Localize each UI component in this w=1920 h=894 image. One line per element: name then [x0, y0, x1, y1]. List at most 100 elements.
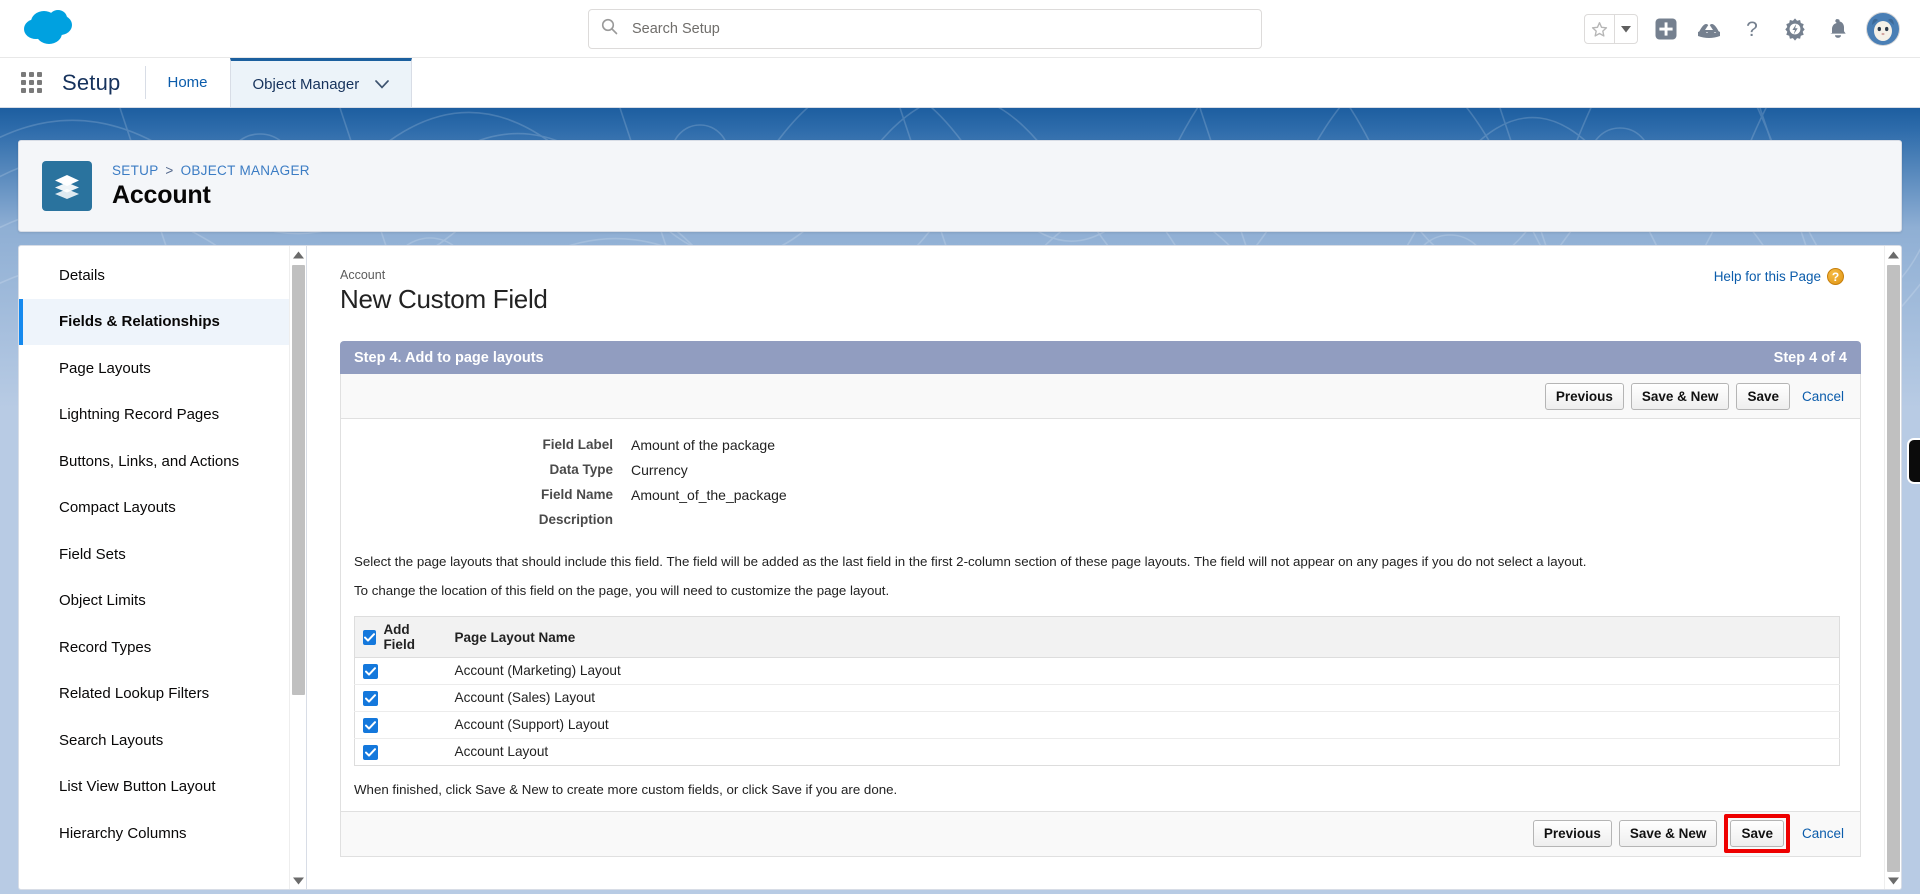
setup-gear-icon[interactable] [1780, 14, 1810, 44]
help-question-icon[interactable]: ? [1827, 268, 1844, 285]
scroll-up-arrow-icon[interactable] [1885, 246, 1901, 263]
sidebar-item-list-view-button-layout[interactable]: List View Button Layout [19, 764, 306, 811]
form-title: New Custom Field [340, 284, 548, 314]
sidebar-item-hierarchy-columns[interactable]: Hierarchy Columns [19, 810, 306, 857]
field-label-value: Amount of the package [631, 437, 775, 453]
add-field-checkbox[interactable] [363, 663, 378, 679]
help-link-label: Help for this Page [1713, 269, 1821, 284]
field-label-caption: Field Label [542, 437, 613, 452]
add-field-checkbox[interactable] [363, 717, 378, 733]
field-row-field-name: Field Name Amount_of_the_package [341, 487, 1860, 503]
tab-object-manager[interactable]: Object Manager [229, 58, 413, 107]
main-scrollbar-thumb[interactable] [1887, 265, 1900, 872]
breadcrumb-object-manager-link[interactable]: OBJECT MANAGER [181, 163, 310, 178]
user-avatar[interactable] [1866, 12, 1900, 46]
step-counter: Step 4 of 4 [1773, 349, 1847, 366]
data-type-caption: Data Type [549, 462, 613, 477]
page-title: Account [112, 180, 211, 209]
chevron-down-icon[interactable] [375, 76, 390, 93]
field-name-value: Amount_of_the_package [631, 487, 787, 503]
global-search[interactable] [588, 9, 1262, 49]
cancel-link-bottom[interactable]: Cancel [1802, 826, 1844, 841]
setup-nav-bar: Setup Home Object Manager [0, 58, 1920, 108]
sidebar-item-lightning-record-pages[interactable]: Lightning Record Pages [19, 392, 306, 439]
sidebar-item-buttons-links-actions[interactable]: Buttons, Links, and Actions [19, 438, 306, 485]
favorites-group[interactable] [1584, 14, 1638, 44]
select-all-checkbox[interactable] [363, 629, 377, 645]
row-checkbox-cell [354, 657, 447, 685]
step-header-band: Step 4. Add to page layouts Step 4 of 4 [340, 341, 1861, 374]
waffle-dot [28, 72, 34, 77]
help-for-this-page-link[interactable]: Help for this Page ? [1714, 268, 1844, 285]
field-name-caption: Field Name [540, 487, 613, 502]
row-checkbox-cell [354, 711, 447, 739]
sidebar-item-label: Related Lookup Filters [59, 685, 210, 703]
row-checkbox-cell [354, 684, 447, 712]
sidebar-item-fields-relationships[interactable]: Fields & Relationships [19, 298, 306, 345]
object-sidebar: Details Fields & Relationships Page Layo… [18, 245, 306, 890]
step-title: Step 4. Add to page layouts [354, 349, 544, 366]
waffle-dot [20, 72, 26, 77]
sidebar-item-compact-layouts[interactable]: Compact Layouts [19, 485, 306, 532]
notifications-bell-icon[interactable] [1823, 14, 1853, 44]
search-box[interactable] [588, 9, 1262, 49]
add-field-checkbox[interactable] [363, 690, 378, 706]
table-row: Account Layout [355, 738, 1840, 765]
sidebar-item-related-lookup-filters[interactable]: Related Lookup Filters [19, 671, 306, 718]
salesforce-cloud-logo[interactable] [18, 5, 90, 53]
global-header: ? [0, 0, 1920, 58]
favorites-dropdown-icon[interactable] [1614, 15, 1637, 43]
waffle-dot [36, 72, 42, 77]
save-and-new-button-bottom[interactable]: Save & New [1618, 820, 1718, 848]
instructions-paragraph-1: Select the page layouts that should incl… [354, 554, 1587, 569]
favorites-star-icon[interactable] [1585, 15, 1614, 43]
breadcrumb: SETUP > OBJECT MANAGER [112, 163, 310, 178]
save-and-new-button-top[interactable]: Save & New [1630, 382, 1730, 410]
edge-panel-tab[interactable] [1907, 438, 1920, 484]
waffle-dot [20, 80, 26, 85]
footer-note: When finished, click Save & New to creat… [354, 781, 898, 797]
global-add-icon[interactable] [1651, 14, 1681, 44]
form-body: Previous Save & New Save Cancel Field La… [340, 374, 1861, 857]
content-area: Details Fields & Relationships Page Layo… [18, 245, 1902, 890]
cancel-link-top[interactable]: Cancel [1802, 389, 1844, 404]
field-row-description: Description [341, 512, 1860, 527]
sidebar-item-label: Buttons, Links, and Actions [59, 452, 240, 470]
sidebar-item-page-layouts[interactable]: Page Layouts [19, 345, 306, 392]
search-input[interactable] [632, 21, 1261, 37]
breadcrumb-setup-link[interactable]: SETUP [112, 163, 158, 178]
save-button-top[interactable]: Save [1736, 382, 1790, 410]
scroll-up-arrow-icon[interactable] [290, 246, 306, 263]
tab-home[interactable]: Home [146, 58, 230, 107]
save-button-bottom[interactable]: Save [1730, 820, 1784, 848]
row-checkbox-cell [355, 738, 447, 765]
previous-button-bottom[interactable]: Previous [1532, 820, 1612, 848]
waffle-dot [36, 88, 42, 93]
context-label: Account [340, 268, 386, 282]
row-layout-name: Account (Sales) Layout [446, 684, 1840, 712]
sidebar-item-label: Details [59, 266, 105, 284]
einstein-icon[interactable] [1694, 14, 1724, 44]
add-field-checkbox[interactable] [363, 744, 378, 760]
sidebar-item-label: Compact Layouts [59, 499, 176, 517]
help-icon[interactable]: ? [1737, 14, 1767, 44]
main-scrollbar[interactable] [1884, 246, 1901, 889]
sidebar-item-record-types[interactable]: Record Types [19, 624, 306, 671]
sidebar-item-details[interactable]: Details [19, 252, 306, 299]
scroll-down-arrow-icon[interactable] [290, 872, 306, 889]
main-content-inner: Account New Custom Field Help for this P… [307, 246, 1901, 889]
sidebar-scrollbar-thumb[interactable] [292, 265, 305, 695]
save-button-highlight: Save [1724, 814, 1790, 854]
app-launcher-waffle-icon[interactable] [0, 58, 62, 107]
sidebar-scrollbar[interactable] [289, 246, 306, 889]
sidebar-item-search-layouts[interactable]: Search Layouts [19, 717, 306, 764]
scroll-down-arrow-icon[interactable] [1885, 872, 1901, 889]
column-add-field-label: Add Field [383, 622, 415, 652]
sidebar-item-object-limits[interactable]: Object Limits [19, 578, 306, 625]
sidebar-item-field-sets[interactable]: Field Sets [19, 531, 306, 578]
previous-button-top[interactable]: Previous [1544, 382, 1624, 410]
instructions-paragraph-2: To change the location of this field on … [354, 583, 890, 598]
table-row: Account (Support) Layout [354, 711, 1840, 739]
page-layout-table: Add Field Page Layout Name Account (Mark… [354, 616, 1840, 766]
header-icon-group: ? [1584, 0, 1900, 58]
